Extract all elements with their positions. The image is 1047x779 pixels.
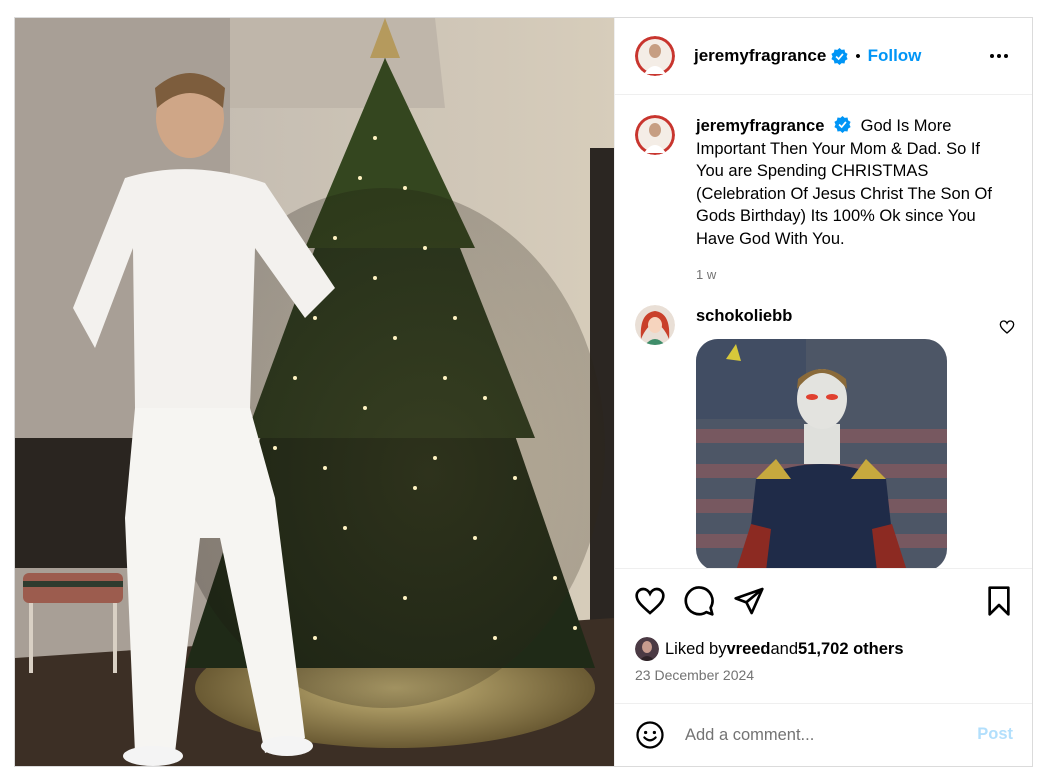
comment-like-heart-icon[interactable] <box>999 319 1015 335</box>
likes-prefix: Liked by <box>665 639 727 658</box>
post-caption: jeremyfragrance God Is More Important Th… <box>635 115 1015 287</box>
post-date[interactable]: 23 December 2024 <box>635 667 754 683</box>
separator-dot: • <box>855 47 861 65</box>
bookmark-icon[interactable] <box>983 585 1015 617</box>
comment-input[interactable] <box>685 725 965 745</box>
author-avatar[interactable] <box>635 36 675 76</box>
more-dots-icon[interactable] <box>987 44 1011 68</box>
follow-button[interactable]: Follow <box>868 46 922 66</box>
caption-avatar[interactable] <box>635 115 675 155</box>
comment-gif[interactable] <box>696 339 947 568</box>
caption-username[interactable]: jeremyfragrance <box>696 117 824 135</box>
heart-icon[interactable] <box>634 585 666 617</box>
likes-summary: Liked by vreed and 51,702 others <box>635 637 904 661</box>
author-username[interactable]: jeremyfragrance <box>694 46 826 66</box>
post-actions: Liked by vreed and 51,702 others 23 Dece… <box>615 568 1032 703</box>
likes-count[interactable]: 51,702 others <box>798 640 903 659</box>
verified-badge-icon <box>834 116 851 133</box>
caption-body: jeremyfragrance God Is More Important Th… <box>696 115 996 287</box>
paper-plane-icon[interactable] <box>733 585 765 617</box>
caption-text: God Is More Important Then Your Mom & Da… <box>696 117 992 248</box>
commenter-avatar[interactable] <box>635 305 675 345</box>
comments-section[interactable]: jeremyfragrance God Is More Important Th… <box>615 95 1032 568</box>
add-comment-bar: Post <box>615 703 1032 766</box>
post-photo[interactable] <box>15 18 614 766</box>
post-details-panel: jeremyfragrance • Follow jeremyfragrance… <box>614 18 1032 766</box>
post-header: jeremyfragrance • Follow <box>615 18 1032 95</box>
caption-time[interactable]: 1 w <box>696 264 996 287</box>
superhero-gif <box>696 339 947 568</box>
christmas-tree-photo <box>15 18 614 766</box>
emoji-smile-icon[interactable] <box>635 720 665 750</box>
post-comment-button[interactable]: Post <box>977 725 1013 744</box>
comment-bubble-icon[interactable] <box>683 585 715 617</box>
liker-avatar[interactable] <box>635 637 659 661</box>
likes-middle: and <box>770 639 799 658</box>
instagram-post: jeremyfragrance • Follow jeremyfragrance… <box>14 17 1033 767</box>
liker-username[interactable]: vreed <box>726 640 770 659</box>
verified-badge-icon <box>831 47 848 65</box>
